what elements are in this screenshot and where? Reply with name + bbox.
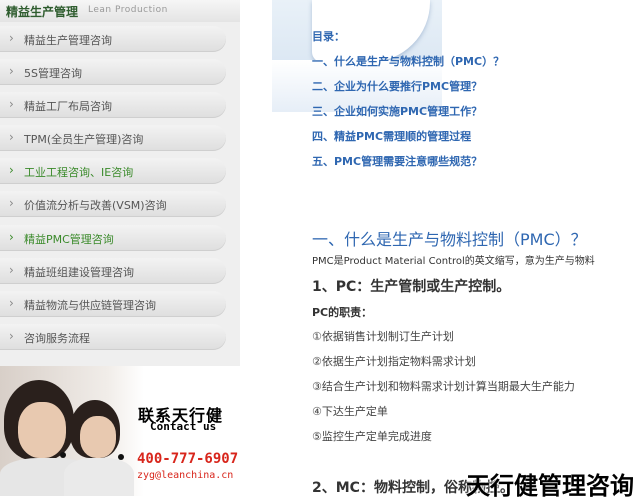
- toc-title: 目录：: [312, 30, 345, 43]
- duty-item: ③结合生产计划和物料需求计划计算当期最大生产能力: [312, 380, 575, 393]
- consultant-face: [18, 402, 66, 458]
- toc-link[interactable]: 三、企业如何实施PMC管理工作？: [312, 103, 482, 119]
- chevron-right-icon: ›: [9, 263, 14, 277]
- sidebar-item-tpm[interactable]: › TPM(全员生产管理)咨询: [0, 125, 226, 151]
- consultant-face: [80, 416, 116, 458]
- sidebar-item-factory-layout[interactable]: › 精益工厂布局咨询: [0, 92, 226, 118]
- duty-item: ①依据销售计划制订生产计划: [312, 330, 454, 343]
- sidebar-item-label: 咨询服务流程: [24, 332, 90, 345]
- main-content: 目录： 一、什么是生产与物料控制（PMC）？ 二、企业为什么要推行PMC管理？ …: [240, 0, 640, 496]
- section-title: 一、什么是生产与物料控制（PMC）？: [312, 230, 587, 249]
- chevron-right-icon: ›: [9, 64, 14, 78]
- sidebar-item-lean-production[interactable]: › 精益生产管理咨询: [0, 26, 226, 52]
- sidebar-item-process[interactable]: › 咨询服务流程: [0, 324, 226, 350]
- duty-item: ④下达生产定单: [312, 405, 388, 418]
- sidebar-item-label: 精益工厂布局咨询: [24, 100, 112, 113]
- contact-subtitle: Contact us: [150, 420, 217, 433]
- chevron-right-icon: ›: [9, 130, 14, 144]
- subsection-title: 1、PC：生产管制或生产控制。: [312, 279, 511, 295]
- toc-link[interactable]: 二、企业为什么要推行PMC管理？: [312, 78, 482, 94]
- contact-email[interactable]: zyg@leanchina.cn: [137, 470, 233, 481]
- chevron-right-icon: ›: [9, 31, 14, 45]
- duty-heading: PC的职责：: [312, 306, 373, 319]
- chevron-right-icon: ›: [9, 296, 14, 310]
- sidebar-item-vsm[interactable]: › 价值流分析与改善(VSM)咨询: [0, 191, 226, 217]
- sidebar-item-label: 精益班组建设管理咨询: [24, 266, 134, 279]
- sidebar-item-label: 5S管理咨询: [24, 67, 82, 80]
- toc-link[interactable]: 四、精益PMC需理顺的管理过程: [312, 128, 471, 144]
- headset-icon: [60, 452, 66, 458]
- sidebar-item-label: 精益物流与供应链管理咨询: [24, 299, 156, 312]
- sidebar-item-logistics[interactable]: › 精益物流与供应链管理咨询: [0, 291, 226, 317]
- duty-item: ②依据生产计划指定物料需求计划: [312, 355, 476, 368]
- sidebar-item-pmc[interactable]: › 精益PMC管理咨询: [0, 225, 226, 251]
- sidebar-item-ie[interactable]: › 工业工程咨询、IE咨询: [0, 158, 226, 184]
- chevron-right-icon: ›: [9, 196, 14, 210]
- sidebar-item-5s[interactable]: › 5S管理咨询: [0, 59, 226, 85]
- sidebar-header: 精益生产管理 Lean Production: [0, 0, 240, 22]
- sidebar-item-label: 工业工程咨询、IE咨询: [24, 166, 134, 179]
- sidebar-subtitle: Lean Production: [88, 5, 168, 15]
- sidebar: 精益生产管理 Lean Production › 精益生产管理咨询 › 5S管理…: [0, 0, 240, 496]
- toc-link[interactable]: 五、PMC管理需要注意哪些规范？: [312, 153, 482, 169]
- sidebar-item-label: TPM(全员生产管理)咨询: [24, 133, 144, 146]
- toc-link[interactable]: 一、什么是生产与物料控制（PMC）？: [312, 53, 504, 69]
- contact-banner[interactable]: 联系天行健 Contact us 400-777-6907 zyg@leanch…: [0, 366, 240, 496]
- chevron-right-icon: ›: [9, 329, 14, 343]
- sidebar-item-label: 价值流分析与改善(VSM)咨询: [24, 199, 167, 212]
- section-paragraph: PMC是Product Material Control的英文缩写，意为生产与物…: [312, 256, 595, 267]
- sidebar-item-label: 精益生产管理咨询: [24, 34, 112, 47]
- contact-phone: 400-777-6907: [137, 451, 239, 467]
- consultant-body: [64, 458, 134, 496]
- sidebar-item-team[interactable]: › 精益班组建设管理咨询: [0, 258, 226, 284]
- sidebar-title: 精益生产管理: [6, 5, 79, 19]
- sidebar-item-label: 精益PMC管理咨询: [24, 233, 114, 246]
- chevron-right-icon: ›: [9, 97, 14, 111]
- chevron-right-icon: ›: [9, 163, 14, 177]
- headset-icon: [118, 454, 124, 460]
- chevron-right-icon: ›: [9, 230, 14, 244]
- duty-item: ⑤监控生产定单完成进度: [312, 430, 432, 443]
